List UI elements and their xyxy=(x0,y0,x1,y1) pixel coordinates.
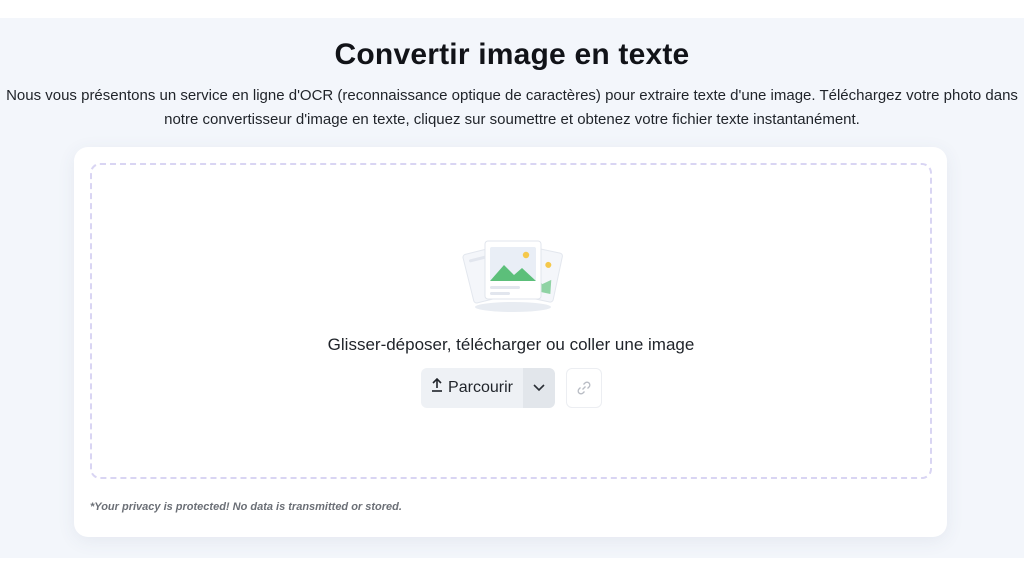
paste-url-button[interactable] xyxy=(566,368,602,408)
page-description: Nous vous présentons un service en ligne… xyxy=(6,87,1018,128)
drop-zone[interactable]: Glisser-déposer, télécharger ou coller u… xyxy=(90,163,932,479)
drop-instructions: Glisser-déposer, télécharger ou coller u… xyxy=(327,335,695,354)
upload-card: Glisser-déposer, télécharger ou coller u… xyxy=(74,147,947,537)
browse-label: Parcourir xyxy=(448,379,513,396)
browse-dropdown-button[interactable] xyxy=(523,368,555,408)
privacy-note: *Your privacy is protected! No data is t… xyxy=(90,501,402,513)
chevron-down-icon xyxy=(533,384,545,392)
image-stack-illustration xyxy=(462,240,563,312)
link-icon xyxy=(577,381,591,395)
browse-button[interactable]: Parcourir xyxy=(421,368,523,408)
upload-arrow-icon xyxy=(431,377,443,396)
page-title: Convertir image en texte xyxy=(334,38,690,71)
page-background: Convertir image en texte Nous vous prése… xyxy=(0,18,1024,558)
browse-button-group: Parcourir xyxy=(421,368,555,408)
